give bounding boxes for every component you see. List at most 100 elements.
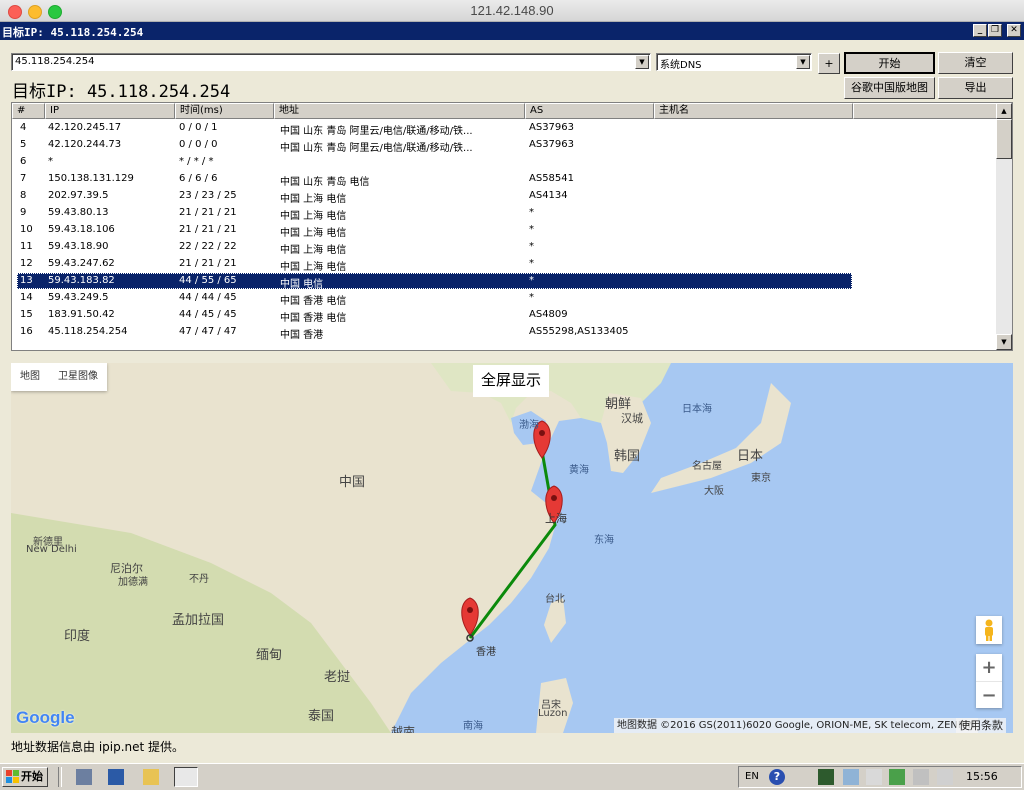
col-hostname[interactable]: 主机名 <box>654 103 853 119</box>
pegman-icon <box>985 619 993 641</box>
zoom-in-button[interactable]: + <box>976 654 1002 682</box>
volume-muted-icon[interactable] <box>913 769 929 785</box>
cell-ip: 42.120.245.17 <box>48 122 122 133</box>
explorer-folder-icon[interactable] <box>143 769 159 785</box>
map-label-taipei: 台北 <box>545 594 565 605</box>
map-label-yellow-sea: 黄海 <box>569 465 589 476</box>
vertical-scrollbar[interactable]: ▲ ▼ <box>996 103 1012 350</box>
cell-n: 4 <box>20 122 27 133</box>
hop-list[interactable]: # IP 时间(ms) 地址 AS 主机名 4 42.120.245.17 0 / … <box>11 102 1013 351</box>
chevron-down-icon[interactable]: ▼ <box>796 55 810 69</box>
table-row[interactable]: 6 * * / * / * <box>12 154 997 171</box>
table-row[interactable]: 10 59.43.18.106 21 / 21 / 21 中国 上海 电信 * <box>12 222 997 239</box>
pegman-button[interactable] <box>976 616 1002 644</box>
cell-time: 6 / 6 / 6 <box>179 173 218 184</box>
flag-icon[interactable] <box>866 769 882 785</box>
cell-time: 44 / 55 / 65 <box>179 275 237 286</box>
map-label-laos: 老挝 <box>324 670 351 685</box>
map-label-bangladesh: 孟加拉国 <box>172 613 225 628</box>
app-titlebar: 目标IP: 45.118.254.254 _ ❐ ✕ <box>0 22 1024 40</box>
chevron-down-icon[interactable]: ▼ <box>635 55 649 69</box>
cell-addr: 中国 香港 电信 <box>280 313 347 324</box>
col-as[interactable]: AS <box>525 103 654 119</box>
cell-n: 7 <box>20 173 27 184</box>
tracert-app-task[interactable] <box>174 767 198 787</box>
col-time[interactable]: 时间(ms) <box>175 103 274 119</box>
table-row[interactable]: 14 59.43.249.5 44 / 44 / 45 中国 香港 电信 * <box>12 290 997 307</box>
fullscreen-button[interactable]: 全屏显示 <box>473 365 550 397</box>
cell-ip: 183.91.50.42 <box>48 309 115 320</box>
help-icon[interactable]: ? <box>769 769 785 785</box>
table-row[interactable]: 12 59.43.247.62 21 / 21 / 21 中国 上海 电信 * <box>12 256 997 273</box>
scroll-up-icon[interactable]: ▲ <box>996 103 1012 119</box>
col-index[interactable]: # <box>12 103 45 119</box>
map-label-thailand: 泰国 <box>308 709 335 724</box>
target-input[interactable]: 45.118.254.254 ▼ <box>11 53 651 71</box>
cell-time: 22 / 22 / 22 <box>179 241 237 252</box>
map-label-bhutan: 不丹 <box>189 574 209 585</box>
cell-as: * <box>529 258 534 269</box>
table-row[interactable]: 11 59.43.18.90 22 / 22 / 22 中国 上海 电信 * <box>12 239 997 256</box>
table-row[interactable]: 8 202.97.39.5 23 / 23 / 25 中国 上海 电信 AS4134 <box>12 188 997 205</box>
network-icon[interactable] <box>843 769 859 785</box>
table-row[interactable]: 15 183.91.50.42 44 / 45 / 45 中国 香港 电信 AS4809 <box>12 307 997 324</box>
cell-as: * <box>529 292 534 303</box>
col-address[interactable]: 地址 <box>274 103 525 119</box>
dns-select[interactable]: 系统DNS ▼ <box>656 53 812 71</box>
display-icon[interactable] <box>937 769 953 785</box>
table-row[interactable]: 9 59.43.80.13 21 / 21 / 21 中国 上海 电信 * <box>12 205 997 222</box>
map-label-south-sea: 南海 <box>463 721 483 732</box>
app-minimize-button[interactable]: _ <box>973 24 987 37</box>
clear-button[interactable]: 清空 <box>938 52 1013 74</box>
footer-note: 地址数据信息由 ipip.net 提供。 <box>11 740 185 754</box>
powershell-icon[interactable] <box>108 769 124 785</box>
cell-addr: 中国 上海 电信 <box>280 228 347 239</box>
cell-n: 6 <box>20 156 27 167</box>
cell-n: 16 <box>20 326 33 337</box>
table-row[interactable]: 7 150.138.131.129 6 / 6 / 6 中国 山东 青岛 电信 AS58… <box>12 171 997 188</box>
cell-ip: 202.97.39.5 <box>48 190 109 201</box>
add-dns-button[interactable]: + <box>818 53 840 74</box>
map-label-china: 中国 <box>339 475 366 490</box>
cell-as: AS37963 <box>529 122 574 133</box>
table-row[interactable]: 5 42.120.244.73 0 / 0 / 0 中国 山东 青岛 阿里云/电信/联… <box>12 137 997 154</box>
export-button[interactable]: 导出 <box>938 77 1013 99</box>
google-map-button[interactable]: 谷歌中国版地图 <box>844 77 935 99</box>
scroll-thumb[interactable] <box>996 119 1012 159</box>
cell-ip: 59.43.18.106 <box>48 224 115 235</box>
terms-link[interactable]: 使用条款 <box>956 718 1006 733</box>
start-button[interactable]: 开始 <box>2 767 48 787</box>
start-button[interactable]: 开始 <box>844 52 935 74</box>
cell-as: AS55298,AS133405 <box>529 326 629 337</box>
map-label-nagoya: 名古屋 <box>692 461 722 472</box>
zoom-out-button[interactable]: − <box>976 682 1002 709</box>
table-row[interactable]: 16 45.118.254.254 47 / 47 / 47 中国 香港 AS55298… <box>12 324 997 341</box>
cell-ip: 59.43.18.90 <box>48 241 109 252</box>
route-map[interactable]: 中国 朝鲜 汉城 韩国 日本海 日本 名古屋 東京 大阪 渤海 黄海 东海 上海… <box>11 363 1013 733</box>
cell-time: 47 / 47 / 47 <box>179 326 237 337</box>
table-row[interactable]: 4 42.120.245.17 0 / 0 / 1 中国 山东 青岛 阿里云/电信/联… <box>12 120 997 137</box>
target-input-value: 45.118.254.254 <box>15 56 95 67</box>
server-manager-icon[interactable] <box>76 769 92 785</box>
cell-ip: 42.120.244.73 <box>48 139 122 150</box>
map-canvas[interactable] <box>11 363 1013 733</box>
cell-time: 21 / 21 / 21 <box>179 207 237 218</box>
map-type-satellite-tab[interactable]: 卫星图像 <box>49 363 107 391</box>
clock[interactable]: 15:56 <box>966 770 998 783</box>
map-label-myanmar: 缅甸 <box>256 648 283 663</box>
map-type-control: 地图 卫星图像 <box>11 363 107 391</box>
map-type-map-tab[interactable]: 地图 <box>11 363 49 391</box>
scroll-down-icon[interactable]: ▼ <box>996 334 1012 350</box>
quicklaunch-separator <box>58 767 62 787</box>
app-restore-button[interactable]: ❐ <box>988 24 1002 37</box>
map-label-luzon: Luzon <box>538 708 568 719</box>
security-icon[interactable] <box>889 769 905 785</box>
cell-addr: 中国 上海 电信 <box>280 211 347 222</box>
google-logo[interactable]: Google <box>16 708 75 728</box>
col-ip[interactable]: IP <box>45 103 175 119</box>
app-close-button[interactable]: ✕ <box>1007 24 1021 37</box>
task-manager-icon[interactable] <box>818 769 834 785</box>
language-indicator[interactable]: EN <box>745 771 759 782</box>
map-label-hanseong: 汉城 <box>621 412 643 425</box>
table-row[interactable]: 13 59.43.183.82 44 / 55 / 65 中国 电信 * <box>12 273 997 290</box>
